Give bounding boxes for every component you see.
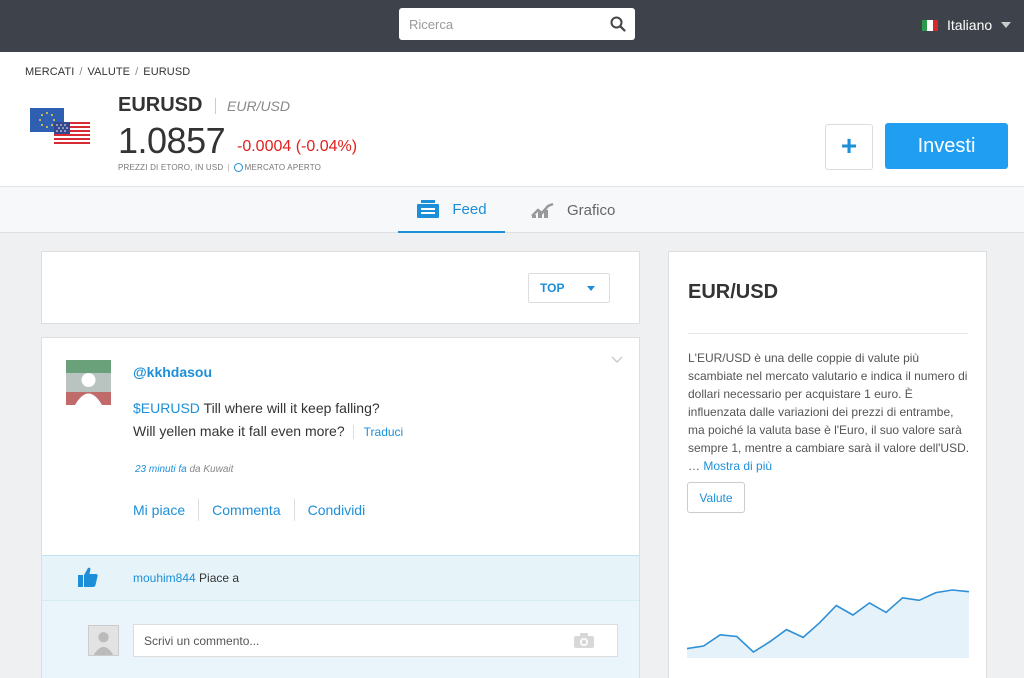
current-user-avatar	[88, 625, 119, 656]
likes-text: mouhim844 Piace a	[133, 571, 240, 585]
search-input[interactable]	[409, 8, 599, 40]
add-to-watchlist-button[interactable]: +	[825, 124, 873, 170]
instrument-name: EUR/USD	[215, 98, 290, 114]
market-status: MERCATO APERTO	[244, 163, 322, 172]
price-note: PREZZI DI ETORO, IN USD | MERCATO APERTO	[118, 163, 322, 172]
feed-filter-card: TOP	[41, 251, 640, 324]
breadcrumb-item-mercati[interactable]: MERCATI	[25, 66, 74, 78]
caret-down-icon	[587, 286, 595, 291]
breadcrumb-item-valute[interactable]: VALUTE	[88, 66, 131, 78]
info-description-text: L'EUR/USD è una delle coppie di valute p…	[688, 351, 970, 473]
search-box[interactable]	[399, 8, 635, 40]
show-more-link[interactable]: Mostra di più	[703, 459, 772, 473]
sparkline-area	[687, 590, 969, 658]
post-username[interactable]: @kkhdasou	[133, 364, 212, 380]
caret-down-icon	[1001, 22, 1012, 28]
post-location: Kuwait	[203, 464, 234, 475]
instrument-symbol: EURUSD	[118, 94, 203, 116]
category-tag-button[interactable]: Valute	[687, 482, 745, 513]
thumbs-up-icon	[78, 567, 98, 587]
divider	[688, 333, 968, 334]
liker-username[interactable]: mouhim844	[133, 571, 196, 585]
post-actions: Mi piace Commenta Condividi	[133, 499, 378, 521]
instrument-price: 1.0857	[118, 120, 226, 161]
post-timestamp[interactable]: 23 minuti fa	[135, 464, 187, 475]
invest-button[interactable]: Investi	[885, 123, 1008, 169]
feed-sort-label: TOP	[540, 281, 565, 295]
likes-summary: mouhim844 Piace a	[42, 555, 639, 600]
instrument-info-card: EUR/USD L'EUR/USD è una delle coppie di …	[668, 251, 987, 678]
feed-icon	[417, 200, 440, 218]
chevron-down-icon[interactable]	[611, 356, 623, 364]
breadcrumb-item-current: EURUSD	[143, 66, 191, 78]
share-button[interactable]: Condividi	[293, 499, 379, 521]
clock-icon	[233, 163, 243, 172]
feed-post: @kkhdasou $EURUSD Till where will it kee…	[41, 337, 640, 678]
post-ticker-link[interactable]: $EURUSD	[133, 400, 200, 416]
comment-input[interactable]	[144, 625, 564, 656]
feed-sort-dropdown[interactable]: TOP	[528, 273, 610, 303]
tab-bar: Feed Grafico	[0, 186, 1024, 233]
like-button[interactable]: Mi piace	[133, 499, 198, 521]
tab-feed-label: Feed	[452, 200, 487, 218]
language-label: Italiano	[947, 17, 993, 33]
post-text-line-1: Till where will it keep falling?	[199, 400, 380, 416]
price-sparkline	[687, 589, 969, 658]
comment-area	[42, 600, 639, 678]
chart-icon	[531, 202, 554, 218]
top-bar: Italiano	[0, 0, 1024, 52]
price-change: -0.0004 (-0.04%)	[237, 138, 358, 155]
user-avatar[interactable]	[66, 360, 111, 405]
price-source-label: PREZZI DI ETORO, IN USD	[118, 163, 224, 172]
eur-usd-flags-icon	[30, 108, 90, 146]
comment-button[interactable]: Commenta	[198, 499, 293, 521]
search-icon[interactable]	[610, 16, 626, 32]
tab-grafico[interactable]: Grafico	[531, 187, 615, 233]
info-description: L'EUR/USD è una delle coppie di valute p…	[688, 349, 970, 475]
camera-icon[interactable]	[573, 632, 595, 649]
language-selector[interactable]: Italiano	[922, 16, 1012, 34]
tab-grafico-label: Grafico	[567, 201, 616, 219]
post-meta: 23 minuti fa da Kuwait	[135, 464, 234, 475]
instrument-header: MERCATI / VALUTE / EURUSD EURUSD EUR/USD 1.0…	[0, 52, 1024, 186]
info-title: EUR/USD	[688, 281, 779, 303]
post-text: $EURUSD Till where will it keep falling?…	[133, 397, 613, 444]
comment-box[interactable]	[133, 624, 618, 657]
breadcrumb: MERCATI / VALUTE / EURUSD	[25, 66, 191, 78]
post-text-line-2: Will yellen make it fall even more?	[133, 423, 345, 439]
tab-feed[interactable]: Feed	[398, 187, 505, 233]
translate-link[interactable]: Traduci	[352, 425, 404, 439]
italy-flag-icon	[922, 19, 938, 31]
